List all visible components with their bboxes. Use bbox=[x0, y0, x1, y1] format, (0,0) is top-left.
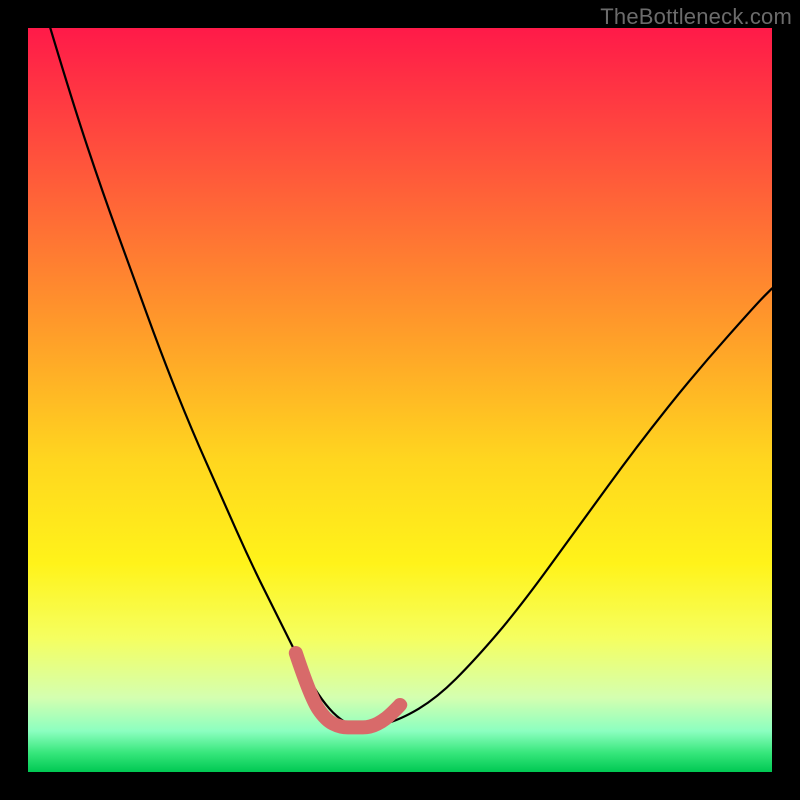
chart-frame: TheBottleneck.com bbox=[0, 0, 800, 800]
watermark-text: TheBottleneck.com bbox=[600, 4, 792, 30]
plot-area bbox=[28, 28, 772, 772]
chart-svg bbox=[28, 28, 772, 772]
chart-background bbox=[28, 28, 772, 772]
